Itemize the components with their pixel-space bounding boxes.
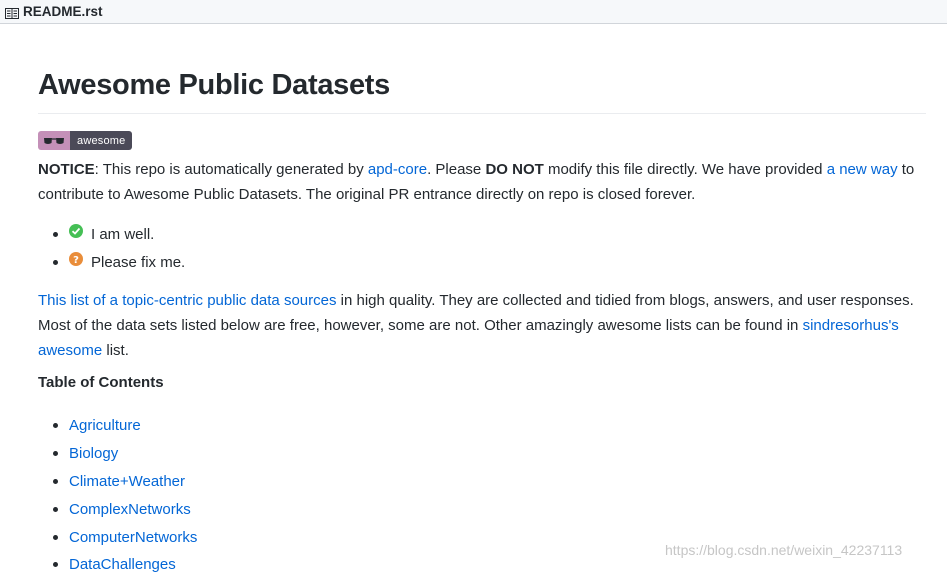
question-circle-icon: ? xyxy=(69,252,83,266)
file-name: README.rst xyxy=(23,4,103,19)
toc-item: ComplexNetworks xyxy=(38,495,197,523)
intro-text: list. xyxy=(102,342,129,359)
status-list: I am well. ? Please fix me. xyxy=(38,220,185,276)
toc-link-biology[interactable]: Biology xyxy=(69,445,118,462)
apd-core-link[interactable]: apd-core xyxy=(368,161,427,178)
notice-text: : This repo is automatically generated b… xyxy=(94,161,368,178)
toc-item: ComputerNetworks xyxy=(38,523,197,551)
toc-item: Biology xyxy=(38,440,197,468)
toc-heading: Table of Contents xyxy=(38,374,164,391)
bullet xyxy=(53,478,58,484)
awesome-badge[interactable]: awesome xyxy=(38,131,133,150)
bullet xyxy=(53,259,58,265)
toc-link-computer-networks[interactable]: ComputerNetworks xyxy=(69,529,197,546)
notice-label: NOTICE xyxy=(38,161,95,178)
bullet xyxy=(53,423,58,429)
toc-item: DataChallenges xyxy=(38,551,197,579)
badge-label: awesome xyxy=(70,131,133,150)
table-of-contents: Agriculture Biology Climate+Weather Comp… xyxy=(38,412,197,579)
bullet xyxy=(53,231,58,237)
notice-paragraph: NOTICE: This repo is automatically gener… xyxy=(38,157,918,207)
notice-text: modify this file directly. We have provi… xyxy=(543,161,827,178)
bullet xyxy=(53,562,58,568)
title-divider xyxy=(38,113,926,114)
toc-link-climate-weather[interactable]: Climate+Weather xyxy=(69,473,185,490)
svg-text:?: ? xyxy=(73,255,79,266)
book-icon xyxy=(5,6,19,19)
bullet xyxy=(53,506,58,512)
intro-paragraph: This list of a topic-centric public data… xyxy=(38,288,918,363)
check-circle-icon xyxy=(69,224,83,238)
watermark: https://blog.csdn.net/weixin_42237113 xyxy=(665,542,903,558)
toc-item: Agriculture xyxy=(38,412,197,440)
toc-link-agriculture[interactable]: Agriculture xyxy=(69,417,141,434)
notice-text: . Please xyxy=(427,161,486,178)
status-text: I am well. xyxy=(91,225,155,243)
file-header: README.rst xyxy=(0,0,947,24)
notice-warning: DO NOT xyxy=(485,161,544,178)
new-way-link[interactable]: a new way xyxy=(827,161,898,178)
status-text: Please fix me. xyxy=(91,253,186,271)
list-item: ? Please fix me. xyxy=(38,248,185,276)
toc-item: Climate+Weather xyxy=(38,468,197,496)
bullet xyxy=(53,451,58,457)
topic-centric-link[interactable]: This list of a topic-centric public data… xyxy=(38,292,336,309)
list-item: I am well. xyxy=(38,220,185,248)
page-title: Awesome Public Datasets xyxy=(38,69,390,101)
bullet xyxy=(53,534,58,540)
sunglasses-icon xyxy=(38,131,70,150)
toc-link-complex-networks[interactable]: ComplexNetworks xyxy=(69,501,191,518)
